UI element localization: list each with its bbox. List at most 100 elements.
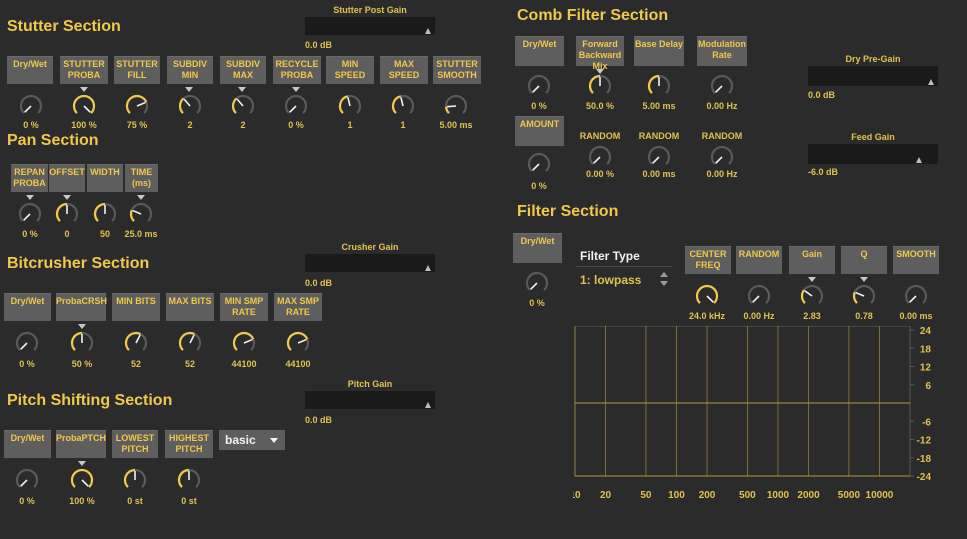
max-bits-button[interactable]: MAX BITS xyxy=(166,293,214,321)
filter-q-knob[interactable] xyxy=(844,284,884,308)
modulation-rate-button[interactable]: Modulation Rate xyxy=(697,36,747,66)
stutter-fill-knob[interactable] xyxy=(117,94,157,118)
lowest-pitch-button[interactable]: LOWEST PITCH xyxy=(112,430,158,458)
filter-drywet-knob[interactable] xyxy=(517,271,557,295)
pitch-section-title: Pitch Shifting Section xyxy=(7,392,173,409)
filter-q-button[interactable]: Q xyxy=(841,246,887,274)
max-speed-knob[interactable] xyxy=(383,94,423,118)
slider-handle-icon[interactable] xyxy=(425,265,431,271)
bitcrusher-drywet-button[interactable]: Dry/Wet xyxy=(4,293,51,321)
width-knob[interactable] xyxy=(85,202,125,226)
base-delay-value: 5.00 ms xyxy=(642,101,676,111)
slider-handle-icon[interactable] xyxy=(425,28,431,34)
subdiv-max-button[interactable]: SUBDIV MAX xyxy=(220,56,266,84)
slider-handle-icon[interactable] xyxy=(425,402,431,408)
offset-indicator-icon xyxy=(63,195,71,200)
stutter-post-gain-value: 0.0 dB xyxy=(305,40,333,50)
filter-smooth-knob[interactable] xyxy=(896,284,936,308)
min-smp-rate-knob[interactable] xyxy=(224,331,264,355)
filter-response-graph[interactable]: 10 20 50 100 200 500 1000 2000 5000 10000 24 18 12 6 -… xyxy=(573,326,964,506)
stutter-proba-indicator-icon xyxy=(80,87,88,92)
stutter-fill-button[interactable]: STUTTER FILL xyxy=(114,56,160,84)
proba-ptch-value: 100 % xyxy=(69,496,95,506)
max-smp-rate-knob[interactable] xyxy=(278,331,318,355)
width-button[interactable]: WIDTH xyxy=(87,164,123,192)
base-delay-knob[interactable] xyxy=(639,74,679,98)
forward-backward-mix-button[interactable]: Forward Backward Mix xyxy=(576,36,624,71)
highest-pitch-knob[interactable] xyxy=(169,468,209,492)
stutter-proba-knob[interactable] xyxy=(64,94,104,118)
max-smp-rate-button[interactable]: MAX SMP RATE xyxy=(274,293,322,321)
stutter-smooth-button[interactable]: STUTTER SMOOTH xyxy=(433,56,481,84)
stutter-drywet-knob[interactable] xyxy=(11,94,51,118)
y-tick-label: -6 xyxy=(922,417,931,428)
filter-gain-knob[interactable] xyxy=(792,284,832,308)
proba-crsh-indicator-icon xyxy=(78,324,86,329)
subdiv-min-button[interactable]: SUBDIV MIN xyxy=(167,56,213,84)
x-tick-label: 1000 xyxy=(767,490,790,501)
min-speed-knob[interactable] xyxy=(330,94,370,118)
feed-gain-slider[interactable] xyxy=(808,144,938,164)
chevron-down-icon xyxy=(270,438,278,443)
proba-ptch-button[interactable]: ProbaPTCH xyxy=(56,430,106,458)
filter-random-button[interactable]: RANDOM xyxy=(736,246,782,274)
stutter-proba-button[interactable]: STUTTER PROBA xyxy=(60,56,108,84)
repan-proba-button[interactable]: REPAN PROBA xyxy=(11,164,48,192)
recycle-proba-knob[interactable] xyxy=(276,94,316,118)
forward-backward-mix-value: 50.0 % xyxy=(585,101,615,111)
proba-crsh-button[interactable]: ProbaCRSH xyxy=(56,293,107,321)
filter-type-value: 1: lowpass xyxy=(580,273,642,287)
max-speed-button[interactable]: MAX SPEED xyxy=(380,56,428,84)
lowest-pitch-knob[interactable] xyxy=(115,468,155,492)
time-button[interactable]: TIME (ms) xyxy=(125,164,158,192)
proba-crsh-knob[interactable] xyxy=(62,331,102,355)
filter-type-selector[interactable]: 1: lowpass xyxy=(576,268,672,290)
recycle-proba-button[interactable]: RECYCLE PROBA xyxy=(273,56,321,84)
filter-random-knob[interactable] xyxy=(739,284,779,308)
center-freq-knob[interactable] xyxy=(687,284,727,308)
min-bits-button[interactable]: MIN BITS xyxy=(112,293,160,321)
forward-backward-mix-knob[interactable] xyxy=(580,74,620,98)
highest-pitch-value: 0 st xyxy=(181,496,197,506)
stutter-post-gain-slider[interactable] xyxy=(305,17,435,35)
comb-amount-button[interactable]: AMOUNT xyxy=(515,116,564,146)
filter-smooth-button[interactable]: SMOOTH xyxy=(893,246,939,274)
pitch-mode-dropdown[interactable]: basic xyxy=(219,430,285,450)
min-smp-rate-button[interactable]: MIN SMP RATE xyxy=(220,293,268,321)
comb-random-3-knob[interactable] xyxy=(702,145,742,169)
proba-ptch-knob[interactable] xyxy=(62,468,102,492)
bitcrusher-drywet-knob[interactable] xyxy=(7,331,47,355)
repan-proba-knob[interactable] xyxy=(10,202,50,226)
filter-gain-button[interactable]: Gain xyxy=(789,246,835,274)
crusher-gain-label: Crusher Gain xyxy=(341,242,399,252)
comb-random-2-knob[interactable] xyxy=(639,145,679,169)
pitch-gain-slider[interactable] xyxy=(305,391,435,409)
subdiv-max-knob[interactable] xyxy=(223,94,263,118)
base-delay-button[interactable]: Base Delay xyxy=(634,36,684,66)
pitch-drywet-knob[interactable] xyxy=(7,468,47,492)
center-freq-button[interactable]: CENTER FREQ xyxy=(685,246,731,274)
dry-pre-gain-slider[interactable] xyxy=(808,66,938,86)
recycle-proba-value: 0 % xyxy=(288,120,304,130)
filter-gain-indicator-icon xyxy=(808,277,816,282)
comb-amount-knob[interactable] xyxy=(519,152,559,176)
comb-random-1-knob[interactable] xyxy=(580,145,620,169)
slider-handle-icon[interactable] xyxy=(916,157,922,163)
offset-knob[interactable] xyxy=(47,202,87,226)
slider-handle-icon[interactable] xyxy=(928,79,934,85)
time-knob[interactable] xyxy=(121,202,161,226)
comb-drywet-button[interactable]: Dry/Wet xyxy=(515,36,564,66)
comb-drywet-knob[interactable] xyxy=(519,74,559,98)
filter-drywet-button[interactable]: Dry/Wet xyxy=(513,233,562,263)
pitch-drywet-button[interactable]: Dry/Wet xyxy=(4,430,51,458)
min-bits-knob[interactable] xyxy=(116,331,156,355)
max-bits-knob[interactable] xyxy=(170,331,210,355)
subdiv-min-knob[interactable] xyxy=(170,94,210,118)
crusher-gain-slider[interactable] xyxy=(305,254,435,272)
highest-pitch-button[interactable]: HIGHEST PITCH xyxy=(165,430,213,458)
stutter-drywet-button[interactable]: Dry/Wet xyxy=(7,56,53,84)
min-speed-button[interactable]: MIN SPEED xyxy=(326,56,374,84)
offset-button[interactable]: OFFSET xyxy=(49,164,85,192)
modulation-rate-knob[interactable] xyxy=(702,74,742,98)
stutter-smooth-knob[interactable] xyxy=(436,94,476,118)
